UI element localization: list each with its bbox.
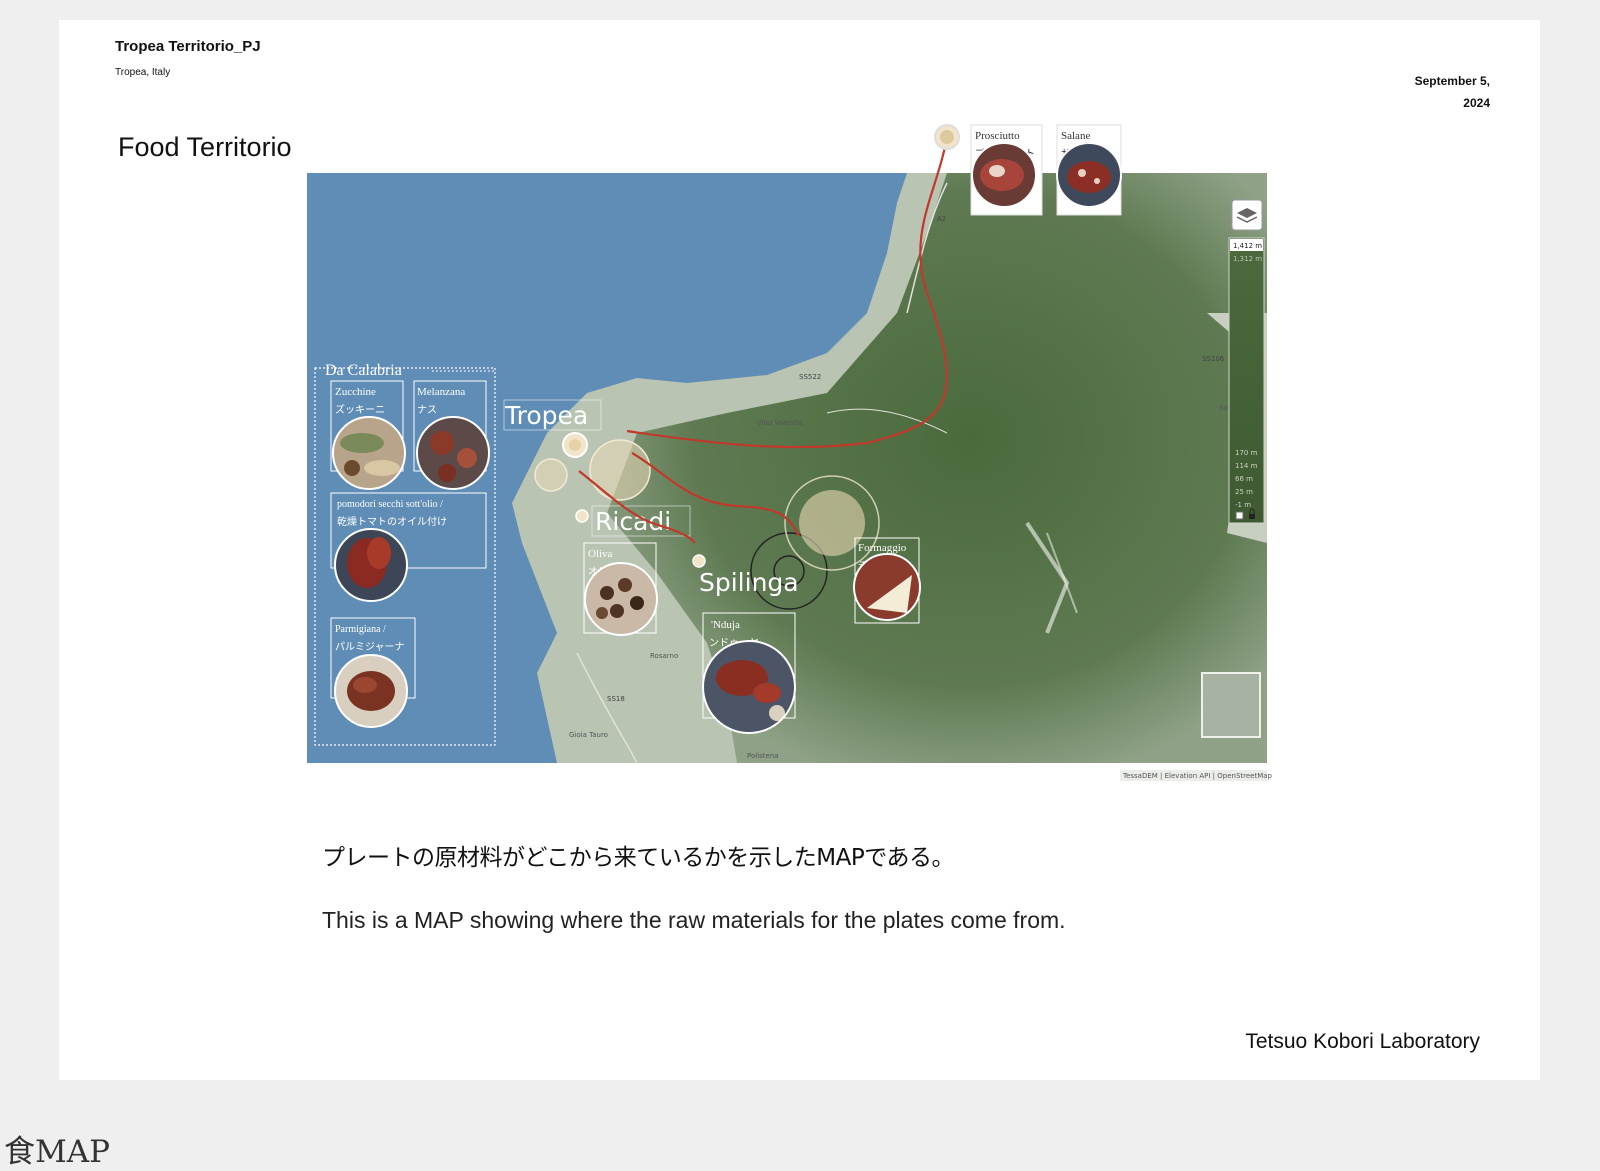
town-label-spilinga: Spilinga <box>699 568 799 597</box>
coast-marker[interactable] <box>534 458 568 492</box>
town-label-ricadi: Ricadi <box>595 507 671 536</box>
ingredient-name-jp: ナス <box>417 404 437 416</box>
ingredient-name-jp: 乾燥トマトのオイル付け <box>337 515 447 528</box>
slide-date: September 5, 2024 <box>1370 70 1490 114</box>
project-location: Tropea, Italy <box>115 67 171 78</box>
road-label: Vibo Valentia <box>757 419 803 427</box>
town-label-tropea: Tropea <box>504 401 588 430</box>
road-label: A2 <box>937 215 946 223</box>
ingredient-name-it: 'Nduja <box>711 619 740 631</box>
date-line-2: 2024 <box>1463 96 1490 110</box>
ingredient-name-it: Formaggio <box>858 542 907 554</box>
ingredient-name-it: Melanzana <box>417 386 465 398</box>
ingredient-name-it: pomodori secchi sott'olio / <box>337 499 443 510</box>
image-caption: 食MAP <box>4 1134 110 1170</box>
elevation-tick: -1 m <box>1235 501 1251 509</box>
elevation-tick: 25 m <box>1235 488 1253 496</box>
project-title: Tropea Territorio_PJ <box>115 38 261 55</box>
group-label: Da Calabria <box>325 362 402 379</box>
presentation-slide: Tropea Territorio_PJ Tropea, Italy Septe… <box>59 20 1540 1080</box>
description-english: This is a MAP showing where the raw mate… <box>322 907 1066 933</box>
elevation-second-label: 1,312 m <box>1233 255 1262 263</box>
ricadi-marker[interactable] <box>575 509 589 523</box>
ingredient-name-jp: パルミジャーナ <box>335 641 405 653</box>
ingredient-name-it: Zucchine <box>335 386 376 398</box>
section-title: Food Territorio <box>118 132 292 162</box>
road-label: Polistena <box>747 752 779 760</box>
map-attribution[interactable]: TessaDEM | Elevation API | OpenStreetMap <box>1122 772 1273 780</box>
elevation-tick: 66 m <box>1235 475 1253 483</box>
ingredient-name-it: Oliva <box>588 548 613 560</box>
lock-icon[interactable] <box>1249 514 1255 519</box>
minimap-panel[interactable] <box>1201 672 1261 738</box>
road-label: SS522 <box>799 373 821 381</box>
road-label: Gioia Tauro <box>569 731 608 739</box>
elevation-max-label: 1,412 m <box>1233 242 1262 250</box>
lab-name: Tetsuo Kobori Laboratory <box>1245 1030 1480 1053</box>
spilinga-marker[interactable] <box>692 554 706 568</box>
ingredient-name-jp: ズッキーニ <box>335 403 385 416</box>
road-label: SS106 <box>1202 355 1225 363</box>
elevation-checkbox[interactable] <box>1235 511 1244 520</box>
elevation-tick: 114 m <box>1235 462 1258 470</box>
road-label: SS18 <box>607 695 625 703</box>
description-japanese: プレートの原材料がどこから来ているかを示したMAPである。 <box>322 845 955 871</box>
food-map: A2 SS522 SS106 SS18 Rosarno Gioia Tauro … <box>307 113 1307 813</box>
map-svg: A2 SS522 SS106 SS18 Rosarno Gioia Tauro … <box>307 124 1273 781</box>
ingredient-name-it: Parmigiana / <box>335 624 386 635</box>
ingredient-name-it: Prosciutto <box>975 130 1020 142</box>
date-line-1: September 5, <box>1414 74 1490 88</box>
elevation-tick: 170 m <box>1235 449 1258 457</box>
road-label: Rosarno <box>650 652 678 660</box>
tropea-marker-outer[interactable] <box>589 439 651 501</box>
ingredient-name-it: Salane <box>1061 130 1090 142</box>
